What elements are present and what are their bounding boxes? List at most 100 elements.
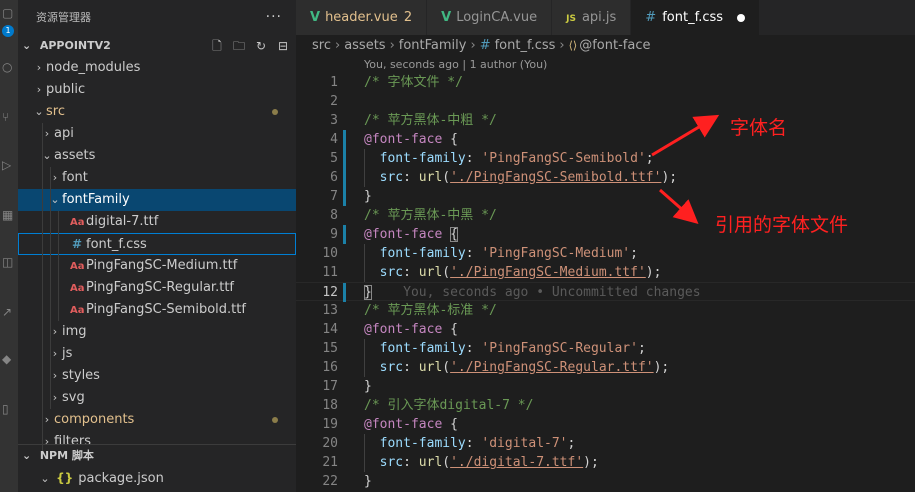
code-line[interactable]: 11 src: url('./PingFangSC-Medium.ttf'); bbox=[296, 263, 915, 282]
breadcrumb-item[interactable]: @font-face bbox=[579, 38, 650, 53]
breadcrumb-item[interactable]: fontFamily bbox=[399, 38, 467, 53]
indent-guide bbox=[58, 233, 59, 255]
source-control-icon[interactable]: ⑂ bbox=[2, 110, 16, 124]
tree-item-styles[interactable]: › styles bbox=[18, 365, 296, 387]
code-token: 'digital-7' bbox=[481, 436, 568, 451]
tree-item-src[interactable]: ⌄ src bbox=[18, 101, 296, 123]
docker-icon[interactable]: ◆ bbox=[2, 352, 16, 366]
code-line[interactable]: 19 @font-face { bbox=[296, 415, 915, 434]
css-file-icon: # bbox=[479, 38, 491, 53]
indent-guide bbox=[50, 321, 51, 343]
code-token: ; bbox=[630, 246, 638, 261]
tree-item-pingfangsc-medium-ttf[interactable]: Aa PingFangSC-Medium.ttf bbox=[18, 255, 296, 277]
tree-item-font-f-css[interactable]: # font_f.css bbox=[18, 233, 296, 255]
font-file-icon: Aa bbox=[70, 261, 85, 272]
line-number: 2 bbox=[330, 94, 338, 109]
database-icon[interactable]: ▯ bbox=[2, 402, 16, 416]
line-number: 16 bbox=[322, 360, 338, 375]
code-line[interactable]: 14 @font-face { bbox=[296, 320, 915, 339]
code-token: './PingFangSC-Medium.ttf' bbox=[450, 265, 646, 280]
tab-loginca-vue[interactable]: V LoginCA.vue bbox=[427, 0, 553, 35]
code-token: src bbox=[379, 360, 404, 375]
code-editor[interactable]: 1/* 字体文件 */2 3/* 苹方黑体-中粗 */4 @font-face {5… bbox=[296, 73, 915, 491]
font-file-icon: Aa bbox=[70, 217, 85, 228]
chevron-down-icon: ⌄ bbox=[34, 105, 44, 118]
line-number: 6 bbox=[330, 170, 338, 185]
git-modified-indicator bbox=[343, 130, 346, 149]
npm-section-header[interactable]: ⌄ NPM 脚本 bbox=[18, 445, 296, 467]
code-line[interactable]: 12} You, seconds ago • Uncommitted chang… bbox=[296, 282, 915, 302]
tree-item-pingfangsc-regular-ttf[interactable]: Aa PingFangSC-Regular.ttf bbox=[18, 277, 296, 299]
code-line[interactable]: 4 @font-face { bbox=[296, 130, 915, 149]
code-token: /* 苹方黑体-中黑 */ bbox=[364, 208, 497, 223]
line-number: 5 bbox=[330, 151, 338, 166]
new-file-icon[interactable]: 🗋 bbox=[210, 35, 224, 57]
code-line[interactable]: 6 src: url('./PingFangSC-Semibold.ttf'); bbox=[296, 168, 915, 187]
code-line[interactable]: 15 font-family: 'PingFangSC-Regular'; bbox=[296, 339, 915, 358]
live-share-icon[interactable]: ↗ bbox=[2, 305, 16, 319]
indent-guide bbox=[58, 255, 59, 277]
tree-item-label: font_f.css bbox=[86, 237, 147, 252]
run-debug-icon[interactable]: ▷ bbox=[2, 158, 16, 172]
search-icon[interactable]: ○ bbox=[2, 60, 16, 74]
unsaved-dot[interactable] bbox=[737, 13, 746, 22]
code-line[interactable]: 2 bbox=[296, 92, 915, 111]
refresh-icon[interactable]: ↻ bbox=[254, 35, 268, 57]
tree-item-font[interactable]: › font bbox=[18, 167, 296, 189]
code-line[interactable]: 21 src: url('./digital-7.ttf'); bbox=[296, 453, 915, 472]
tree-item-api[interactable]: › api bbox=[18, 123, 296, 145]
tree-item-svg[interactable]: › svg bbox=[18, 387, 296, 409]
tree-item-components[interactable]: › components bbox=[18, 409, 296, 431]
tree-item-fontfamily[interactable]: ⌄ fontFamily bbox=[18, 189, 296, 211]
explorer-icon[interactable]: ▢ bbox=[2, 6, 16, 20]
code-line[interactable]: 5 font-family: 'PingFangSC-Semibold'; bbox=[296, 149, 915, 168]
code-token: @font-face bbox=[364, 227, 443, 242]
tab-label: api.js bbox=[581, 10, 617, 25]
tab-api-js[interactable]: JS api.js bbox=[552, 0, 632, 35]
indent-guide bbox=[50, 211, 51, 233]
tab-font-f-css[interactable]: # font_f.css bbox=[631, 0, 761, 35]
workspace-section-header[interactable]: ⌄ APPOINTV2 🗋 🗀 ↻ ⊟ bbox=[18, 35, 296, 57]
tab-header-vue[interactable]: Vheader.vue 2 bbox=[296, 0, 428, 35]
indent-guide bbox=[50, 189, 51, 211]
breadcrumb-item[interactable]: assets bbox=[344, 38, 385, 53]
tree-item-node-modules[interactable]: › node_modules bbox=[18, 57, 296, 79]
tree-item-assets[interactable]: ⌄ assets bbox=[18, 145, 296, 167]
npm-item-package-json[interactable]: ⌄ {} package.json bbox=[18, 467, 296, 489]
tree-item-public[interactable]: › public bbox=[18, 79, 296, 101]
editor-tabs: Vheader.vue 2 V LoginCA.vue JS api.js # font_f… bbox=[296, 0, 915, 35]
codelens-blame[interactable]: You, seconds ago | 1 author (You) bbox=[364, 58, 547, 71]
tree-item-js[interactable]: › js bbox=[18, 343, 296, 365]
code-line[interactable]: 18 /* 引入字体digital-7 */ bbox=[296, 396, 915, 415]
code-line[interactable]: 17} bbox=[296, 377, 915, 396]
chevron-right-icon: › bbox=[470, 38, 476, 53]
new-folder-icon[interactable]: 🗀 bbox=[232, 35, 246, 57]
collapse-all-icon[interactable]: ⊟ bbox=[276, 35, 290, 57]
line-number: 22 bbox=[322, 474, 338, 489]
code-line[interactable]: 13 /* 苹方黑体-标准 */ bbox=[296, 301, 915, 320]
code-line[interactable]: 16 src: url('./PingFangSC-Regular.ttf'); bbox=[296, 358, 915, 377]
indent-guide bbox=[42, 343, 43, 365]
extensions-icon[interactable]: ▦ bbox=[2, 208, 16, 222]
code-line[interactable]: 20 font-family: 'digital-7'; bbox=[296, 434, 915, 453]
breadcrumb-item[interactable]: src bbox=[312, 38, 331, 53]
tree-item-pingfangsc-semibold-ttf[interactable]: Aa PingFangSC-Semibold.ttf bbox=[18, 299, 296, 321]
code-token: url bbox=[418, 170, 443, 185]
code-text: /* 苹方黑体-中粗 */ bbox=[364, 111, 497, 130]
code-line[interactable]: 7} bbox=[296, 187, 915, 206]
tree-item-label: digital-7.ttf bbox=[86, 214, 159, 229]
indent-guide bbox=[42, 211, 43, 233]
notification-badge: 1 bbox=[2, 25, 14, 37]
chevron-right-icon: › bbox=[334, 38, 341, 53]
code-line[interactable]: 1 /* 字体文件 */ bbox=[296, 73, 915, 92]
tree-item-img[interactable]: › img bbox=[18, 321, 296, 343]
code-text: } bbox=[364, 472, 372, 491]
tree-item-digital-7-ttf[interactable]: Aa digital-7.ttf bbox=[18, 211, 296, 233]
code-line[interactable]: 3 /* 苹方黑体-中粗 */ bbox=[296, 111, 915, 130]
remote-icon[interactable]: ◫ bbox=[2, 255, 16, 269]
code-line[interactable]: 22} bbox=[296, 472, 915, 491]
breadcrumb-item[interactable]: font_f.css bbox=[495, 38, 556, 53]
code-line[interactable]: 10 font-family: 'PingFangSC-Medium'; bbox=[296, 244, 915, 263]
code-text: font-family: 'PingFangSC-Medium'; bbox=[364, 244, 638, 263]
more-actions-icon[interactable]: ··· bbox=[266, 0, 282, 35]
